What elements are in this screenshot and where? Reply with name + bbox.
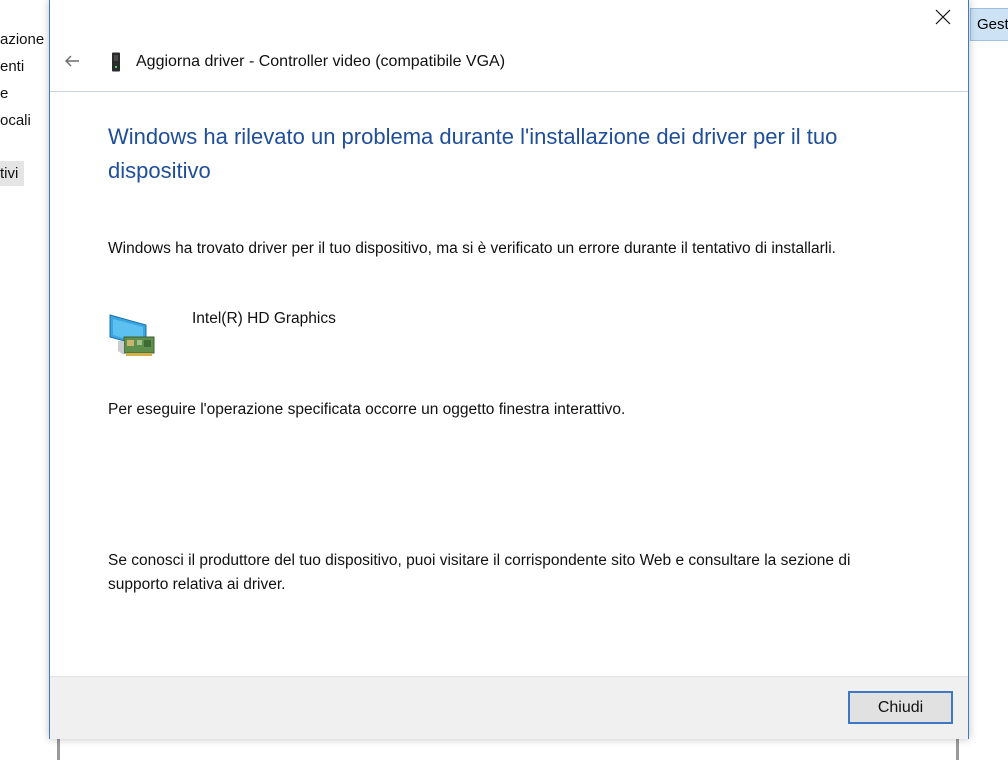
background-item-label: azione <box>0 31 45 48</box>
background-window-left: azione enti e ocali tivi <box>0 0 50 760</box>
dialog-header: Aggiorna driver - Controller video (comp… <box>50 38 968 92</box>
background-item[interactable]: enti <box>0 58 24 75</box>
background-window-bottom <box>50 738 968 760</box>
close-window-button[interactable] <box>926 2 960 32</box>
back-arrow-icon[interactable] <box>62 51 82 71</box>
background-item[interactable]: e <box>0 85 8 102</box>
close-icon <box>935 9 951 25</box>
background-window-right: Gest <box>968 0 1008 760</box>
background-item[interactable]: ocali <box>0 112 31 129</box>
display-adapter-icon <box>109 314 155 356</box>
background-item-label: enti <box>0 58 25 75</box>
background-item-label: e <box>0 85 9 102</box>
error-detail: Per eseguire l'operazione specificata oc… <box>108 401 626 418</box>
background-item-label: tivi <box>0 165 19 182</box>
device-icon <box>112 52 120 72</box>
error-heading: Windows ha rilevato un problema durante … <box>108 124 838 183</box>
background-item-selected[interactable]: tivi <box>0 161 25 186</box>
background-frame-line <box>956 738 959 760</box>
device-name: Intel(R) HD Graphics <box>192 310 336 327</box>
close-button[interactable]: Chiudi <box>848 691 953 724</box>
dialog-title: Aggiorna driver - Controller video (comp… <box>136 53 506 70</box>
background-item-label: ocali <box>0 112 31 129</box>
update-driver-dialog: Aggiorna driver - Controller video (comp… <box>49 0 969 739</box>
error-message: Windows ha trovato driver per il tuo dis… <box>108 240 836 257</box>
background-button[interactable]: Gest <box>970 8 1008 41</box>
dialog-footer: Chiudi <box>50 676 968 739</box>
background-item[interactable]: azione <box>0 31 44 48</box>
support-note: Se conosci il produttore del tuo disposi… <box>108 552 851 593</box>
background-frame-line <box>57 738 60 760</box>
